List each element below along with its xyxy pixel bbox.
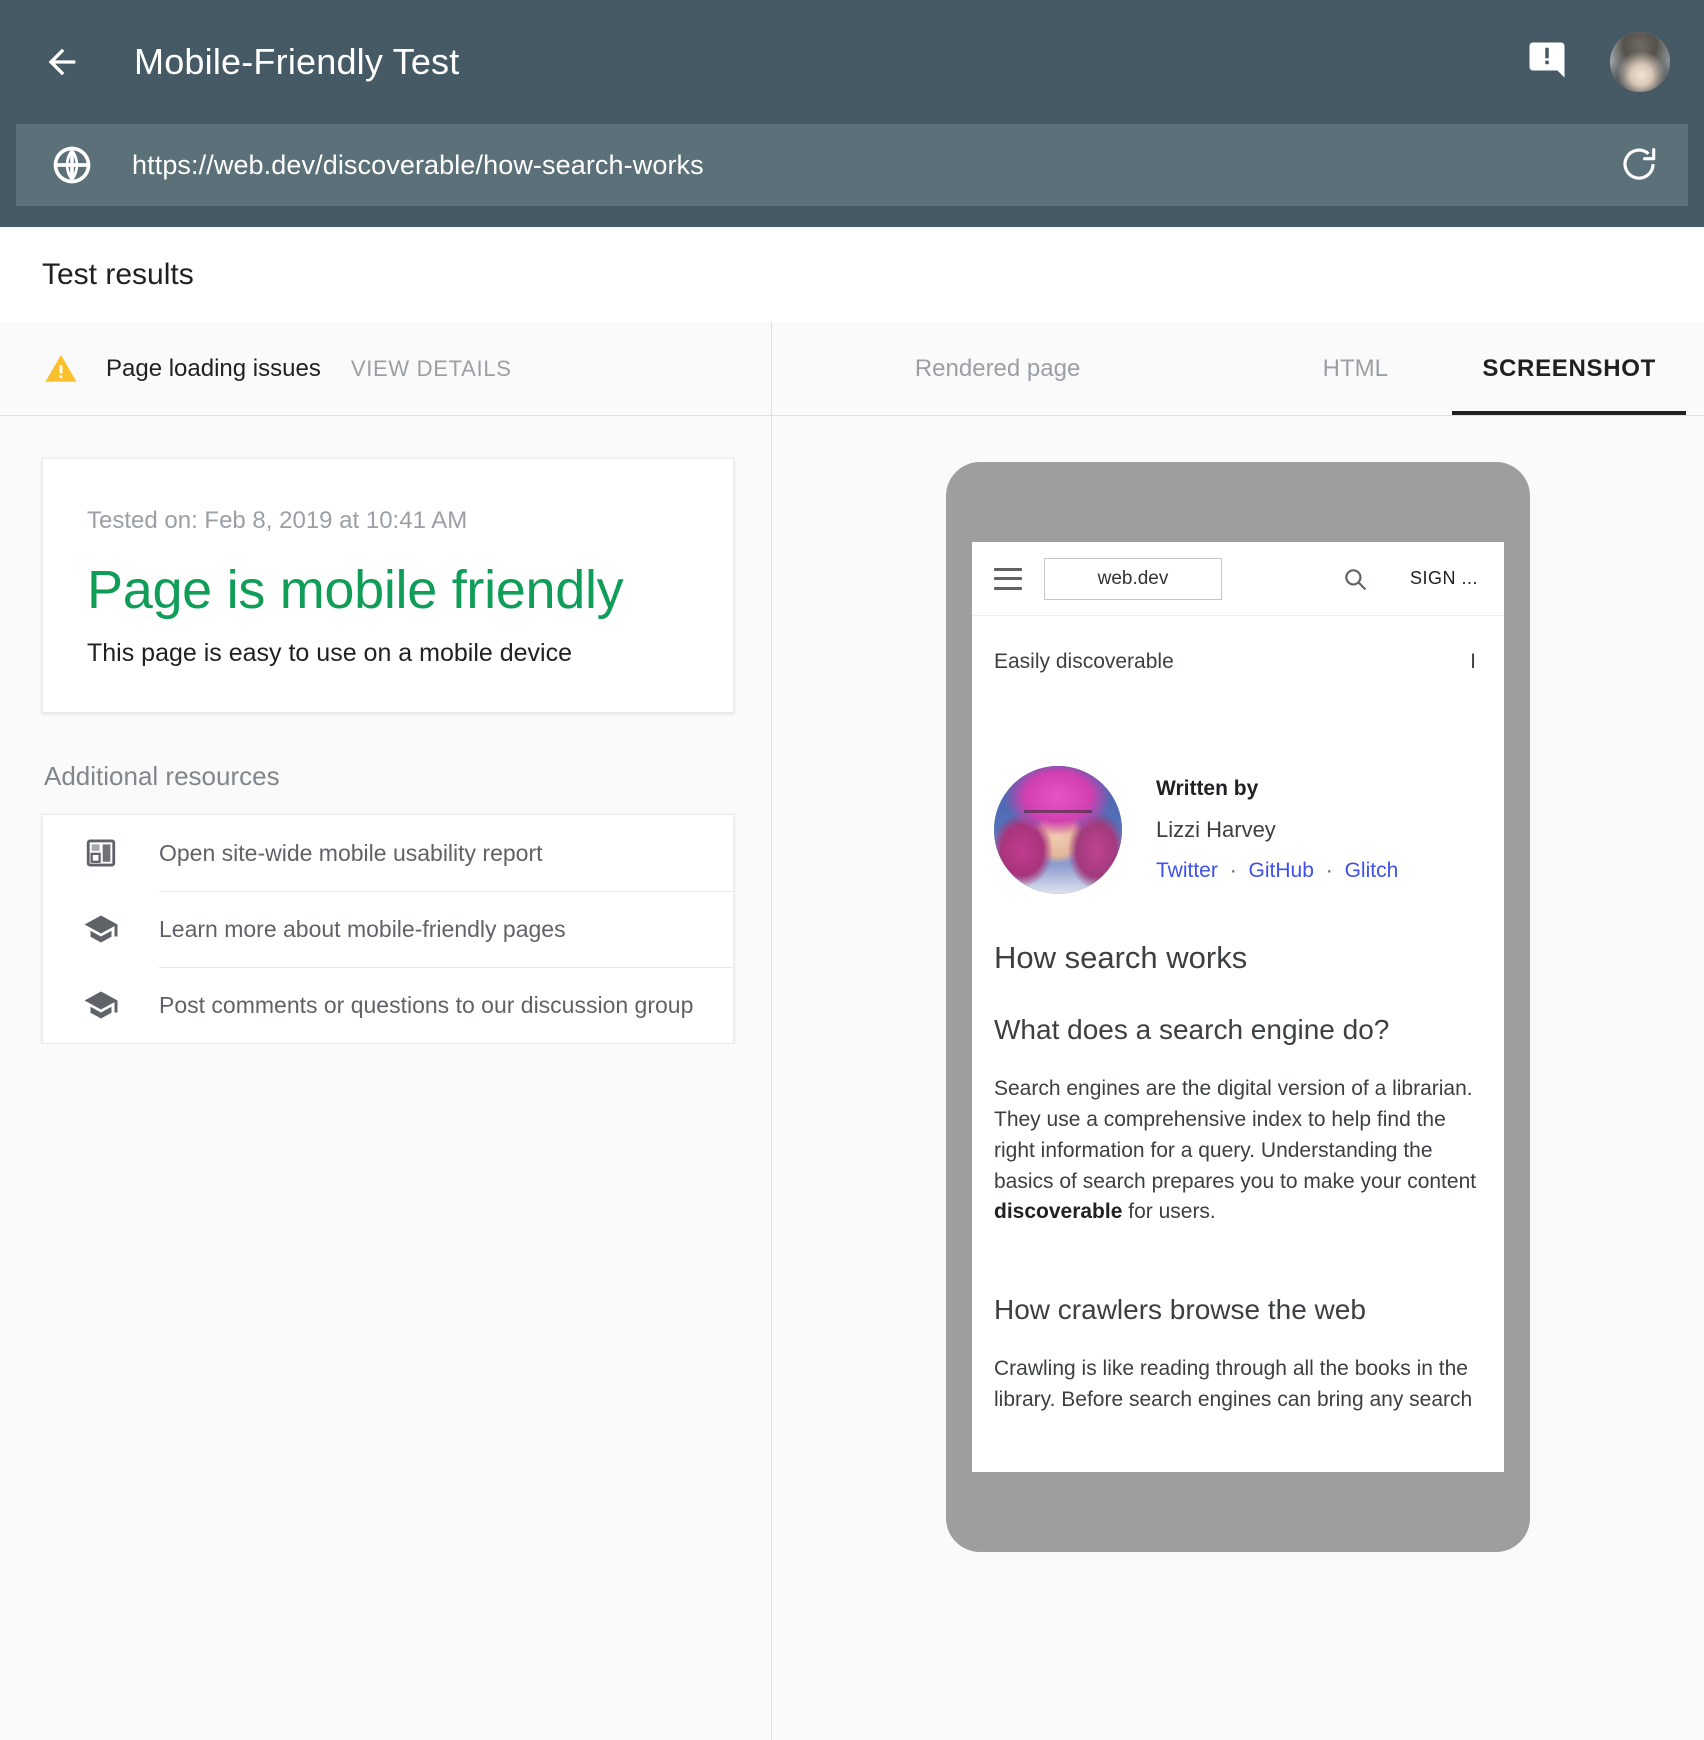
results-header: Test results <box>0 227 1704 322</box>
author-avatar <box>994 766 1122 894</box>
results-title: Test results <box>42 258 194 292</box>
additional-resources-card: Open site-wide mobile usability report L… <box>42 814 734 1044</box>
author-link-glitch[interactable]: Glitch <box>1345 859 1399 882</box>
author-link-github[interactable]: GitHub <box>1249 859 1314 882</box>
link-separator: · <box>1320 859 1339 882</box>
feedback-button[interactable] <box>1522 37 1572 87</box>
avatar-photo <box>1610 32 1670 92</box>
tab-html[interactable]: HTML <box>1280 322 1430 415</box>
article-paragraph-first: Search engines are the digital version o… <box>994 1074 1482 1228</box>
screenshot-preview-area: web.dev SIGN ... Easily discoverab <box>772 416 1704 1740</box>
breadcrumb: Easily discoverable I <box>994 650 1482 674</box>
school-icon <box>81 909 121 949</box>
author-link-twitter[interactable]: Twitter <box>1156 859 1218 882</box>
paragraph-bold-term: discoverable <box>994 1200 1122 1223</box>
site-url-box[interactable]: web.dev <box>1044 558 1222 600</box>
link-separator: · <box>1224 859 1243 882</box>
back-button[interactable] <box>34 34 90 90</box>
status-badge: Page loading issues <box>106 355 321 383</box>
site-header: web.dev SIGN ... <box>972 542 1504 616</box>
url-bar[interactable]: https://web.dev/discoverable/how-search-… <box>16 124 1688 206</box>
left-body: Tested on: Feb 8, 2019 at 10:41 AM Page … <box>0 416 771 1044</box>
reload-button[interactable] <box>1616 142 1662 188</box>
hamburger-menu-icon[interactable] <box>994 568 1022 590</box>
author-name: Lizzi Harvey <box>1156 817 1398 843</box>
result-card: Tested on: Feb 8, 2019 at 10:41 AM Page … <box>42 458 734 713</box>
article-h2-second: How crawlers browse the web <box>994 1294 1482 1326</box>
author-info: Written by Lizzi Harvey Twitter · GitHub… <box>1156 777 1398 883</box>
article-paragraph-second: Crawling is like reading through all the… <box>994 1354 1482 1416</box>
left-pane: Page loading issues VIEW DETAILS Tested … <box>0 322 772 1740</box>
url-bar-wrapper: https://web.dev/discoverable/how-search-… <box>0 124 1704 206</box>
list-item[interactable]: Post comments or questions to our discus… <box>43 967 733 1043</box>
page-title: Mobile-Friendly Test <box>134 41 459 83</box>
preview-tabs: Rendered page HTML SCREENSHOT <box>772 322 1704 416</box>
dashboard-icon <box>81 833 121 873</box>
author-block: Written by Lizzi Harvey Twitter · GitHub… <box>994 766 1482 894</box>
sign-in-button[interactable]: SIGN ... <box>1410 568 1478 589</box>
search-icon[interactable] <box>1342 566 1368 592</box>
globe-icon <box>50 143 94 187</box>
screen-bottom-fade <box>972 1446 1504 1472</box>
breadcrumb-label: Easily discoverable <box>994 650 1174 674</box>
app-bar: Mobile-Friendly Test <box>0 0 1704 227</box>
right-pane: Rendered page HTML SCREENSHOT web.dev <box>772 322 1704 1740</box>
paragraph-text-b: for users. <box>1122 1200 1215 1223</box>
tab-screenshot[interactable]: SCREENSHOT <box>1452 322 1686 415</box>
page-loading-issues-bar: Page loading issues VIEW DETAILS <box>0 322 771 416</box>
list-item-label: Learn more about mobile-friendly pages <box>159 891 733 967</box>
list-item-label: Post comments or questions to our discus… <box>159 967 733 1043</box>
article-h1: How search works <box>994 940 1482 976</box>
written-by-label: Written by <box>1156 777 1398 801</box>
avatar[interactable] <box>1610 32 1670 92</box>
verdict-heading: Page is mobile friendly <box>87 559 689 621</box>
additional-resources-title: Additional resources <box>44 761 729 792</box>
author-avatar-photo <box>994 766 1122 894</box>
author-links: Twitter · GitHub · Glitch <box>1156 859 1398 883</box>
glasses-detail-icon <box>1024 810 1092 828</box>
arrow-back-icon <box>42 42 82 82</box>
site-body: Easily discoverable I Written by Lizzi H… <box>972 650 1504 1416</box>
app-bar-row: Mobile-Friendly Test <box>0 0 1704 124</box>
content-split: Page loading issues VIEW DETAILS Tested … <box>0 322 1704 1740</box>
tested-on-timestamp: Tested on: Feb 8, 2019 at 10:41 AM <box>87 507 689 535</box>
paragraph-text-a: Search engines are the digital version o… <box>994 1077 1476 1193</box>
article-h2-first: What does a search engine do? <box>994 1014 1482 1046</box>
tab-rendered-page[interactable]: Rendered page <box>885 322 1110 415</box>
verdict-subtext: This page is easy to use on a mobile dev… <box>87 639 689 668</box>
breadcrumb-trailing-marker: I <box>1470 650 1482 674</box>
phone-screen: web.dev SIGN ... Easily discoverab <box>972 542 1504 1472</box>
view-details-button[interactable]: VIEW DETAILS <box>351 356 512 382</box>
school-icon <box>81 985 121 1025</box>
phone-mockup: web.dev SIGN ... Easily discoverab <box>946 462 1530 1552</box>
list-item[interactable]: Open site-wide mobile usability report <box>43 815 733 891</box>
feedback-icon <box>1526 39 1568 86</box>
list-item-label: Open site-wide mobile usability report <box>159 815 733 891</box>
url-input-value[interactable]: https://web.dev/discoverable/how-search-… <box>132 150 1616 181</box>
list-item[interactable]: Learn more about mobile-friendly pages <box>43 891 733 967</box>
warning-triangle-icon <box>44 352 78 386</box>
